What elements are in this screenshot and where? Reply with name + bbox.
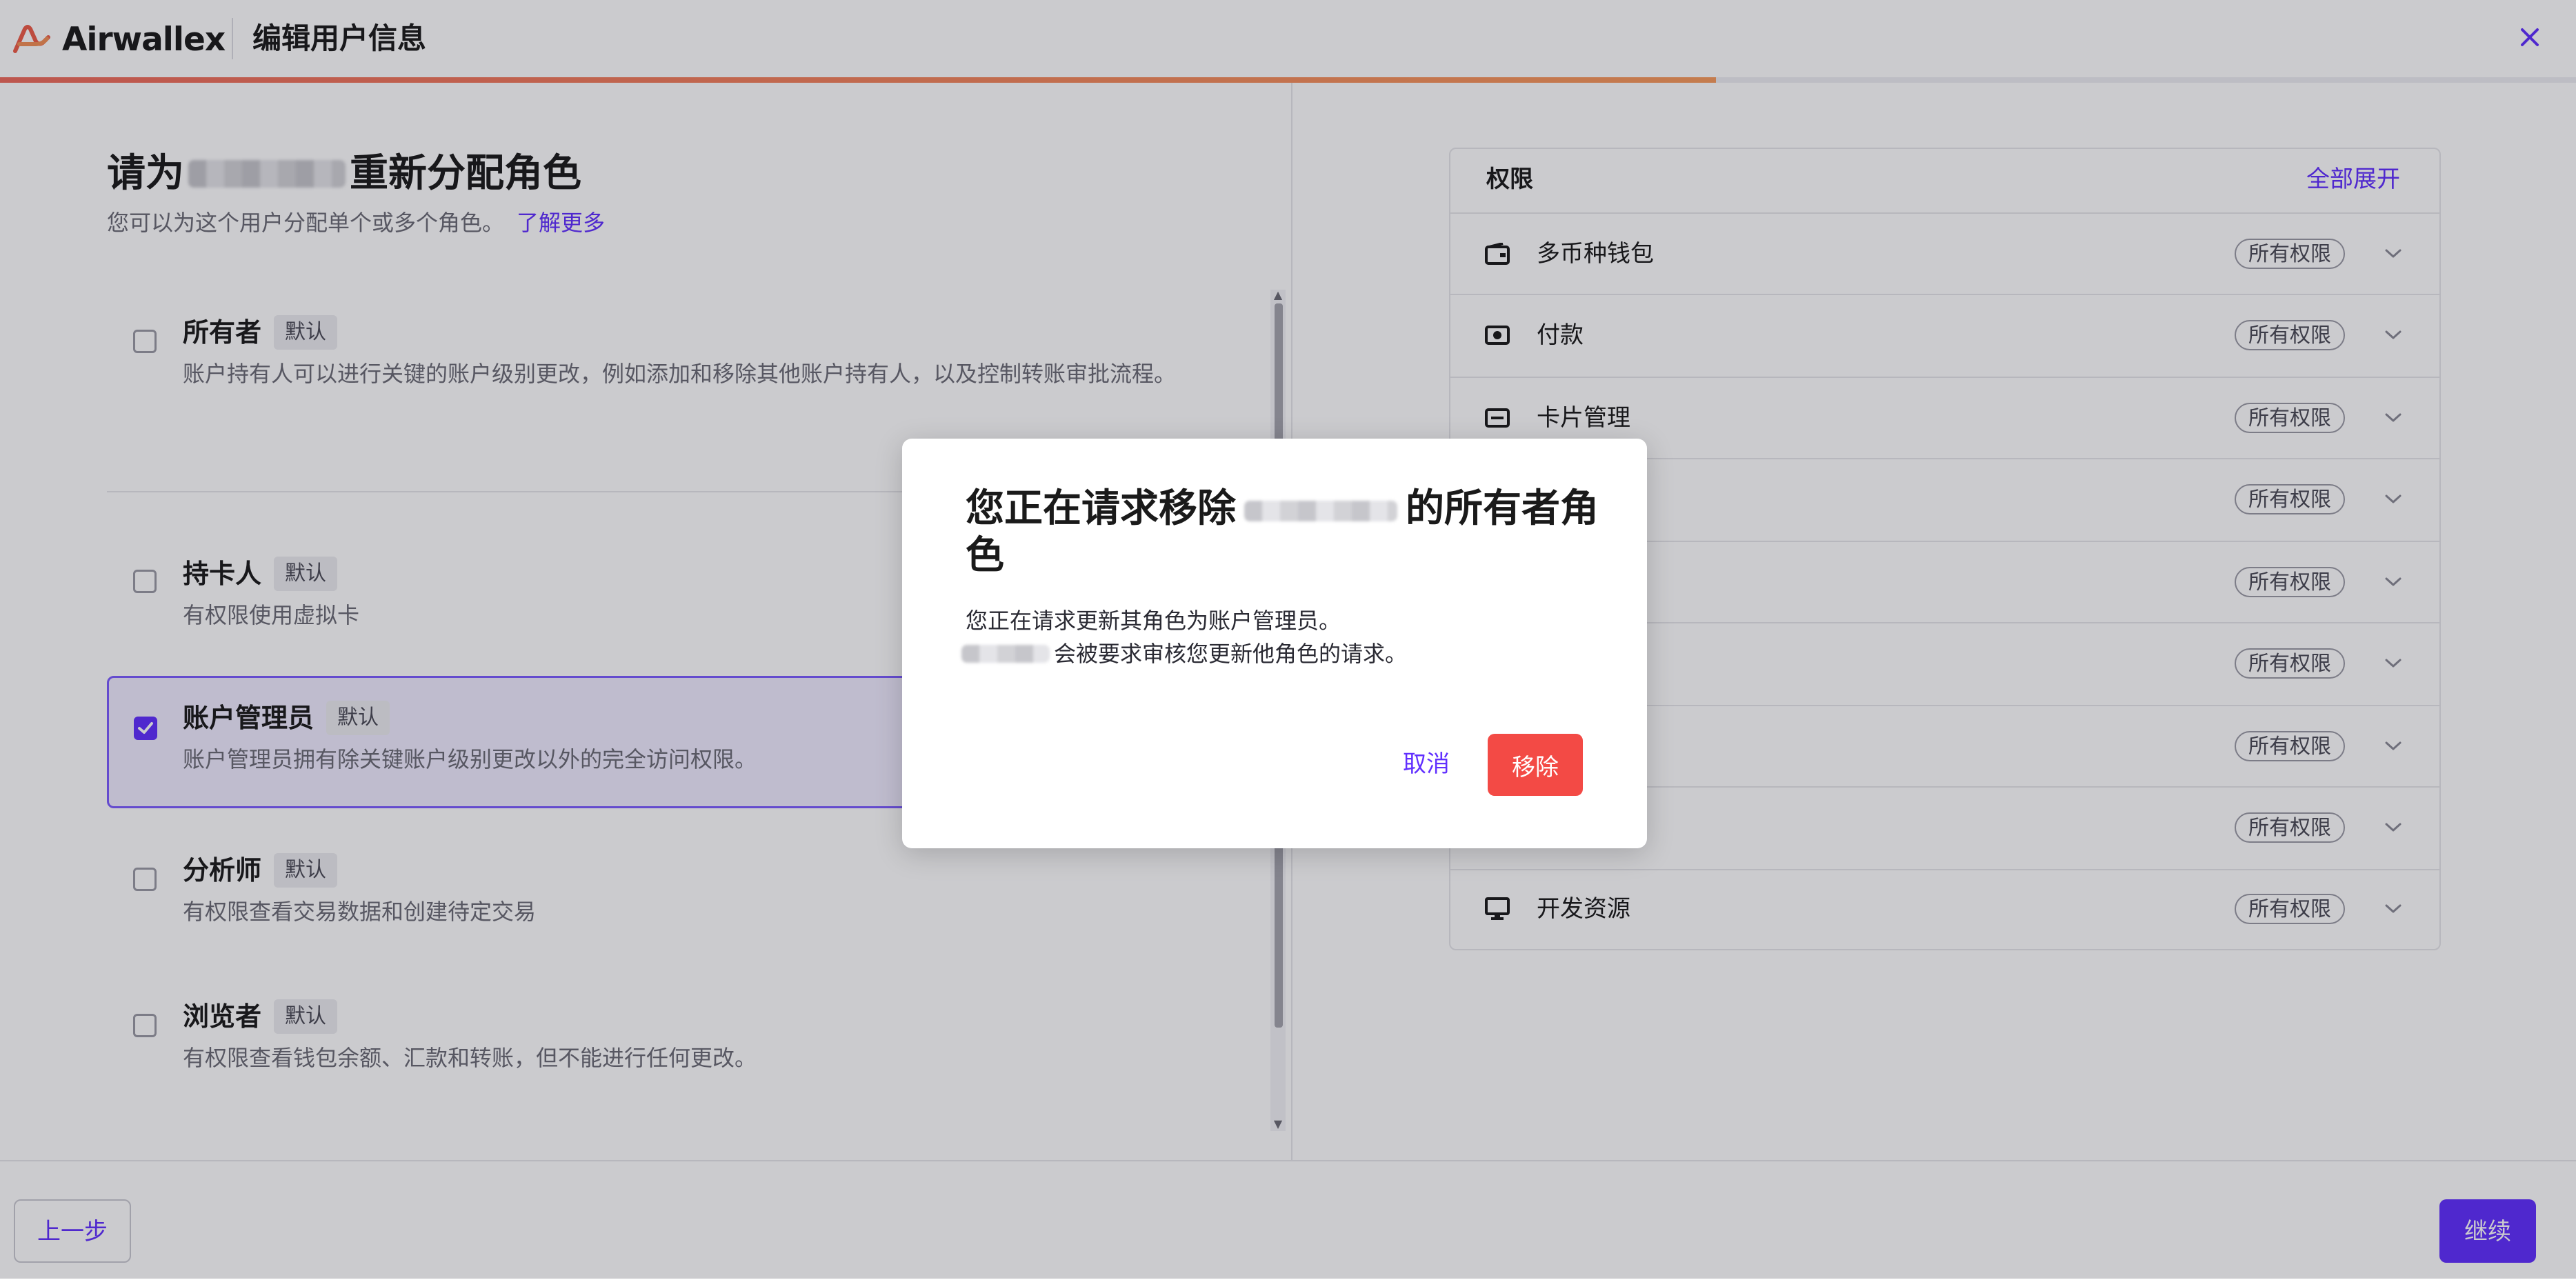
dialog-title: 您正在请求移除 的所有者角色 [966,486,1600,579]
dialog-message-review: 会被要求审核您更新他角色的请求。 [961,637,1407,670]
cancel-button[interactable]: 取消 [1385,734,1468,789]
dialog-review-text: 会被要求审核您更新他角色的请求。 [1054,641,1408,667]
redacted-username [961,645,1050,663]
dialog-message: 您正在请求更新其角色为账户管理员。 [966,608,1341,634]
dialog-title-prefix: 您正在请求移除 [966,486,1236,531]
remove-owner-dialog: 您正在请求移除 的所有者角色 您正在请求更新其角色为账户管理员。 会被要求审核您更… [902,439,1647,848]
remove-button[interactable]: 移除 [1488,734,1583,796]
redacted-username [1244,500,1397,521]
